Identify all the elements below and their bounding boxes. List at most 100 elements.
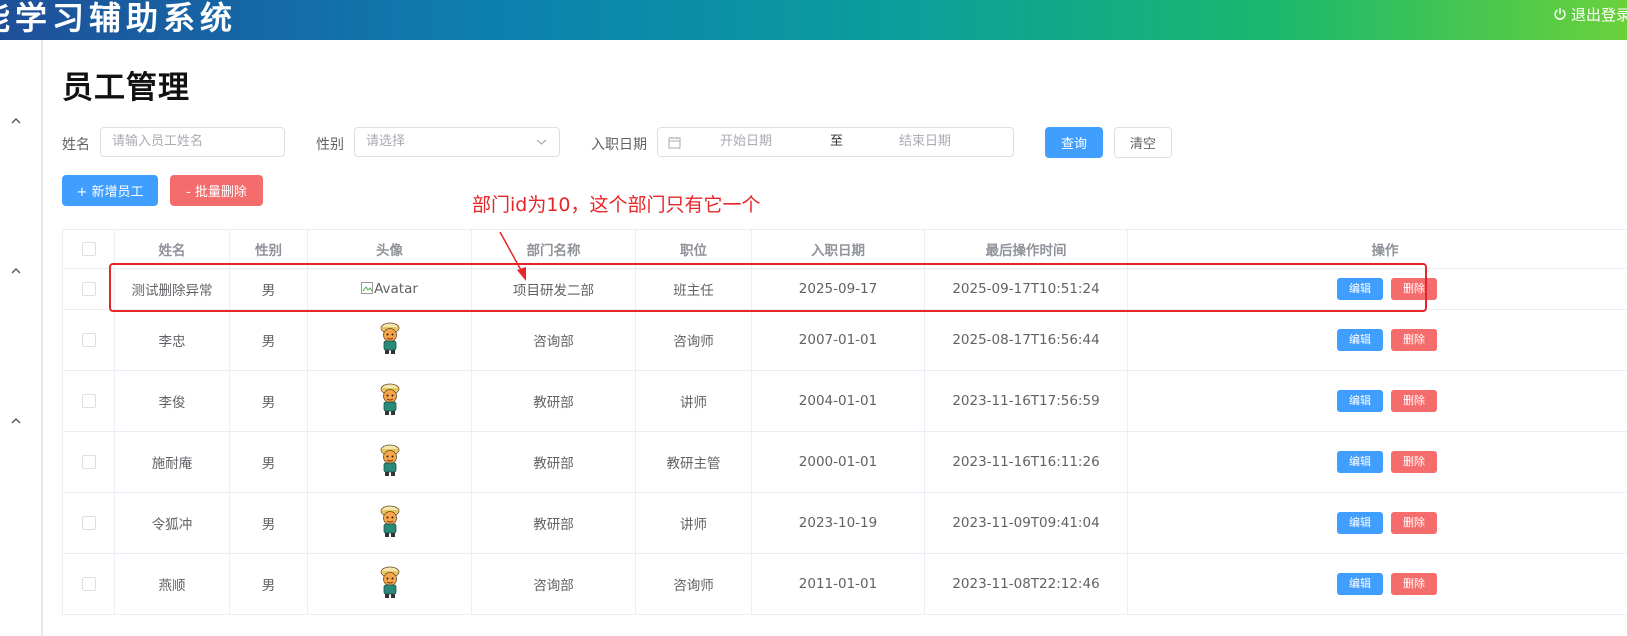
column-header: 部门名称 [471,229,636,269]
cell-update-time: 2025-09-17T10:51:24 [924,268,1128,310]
cell-job: 咨询师 [635,309,752,371]
cell-update-time: 2023-11-08T22:12:46 [924,553,1128,615]
cell-name: 燕顺 [114,553,230,615]
column-header: 入职日期 [751,229,925,269]
entry-date-range[interactable]: 开始日期 至 结束日期 [657,127,1014,157]
select-all-checkbox-cell[interactable] [62,229,115,269]
gender-select[interactable]: 请选择 [354,127,560,157]
query-button[interactable]: 查询 [1045,127,1103,158]
logout-label: 退出登录 [1570,5,1627,24]
cell-name: 施耐庵 [114,431,230,493]
gender-select-placeholder: 请选择 [366,134,406,149]
avatar-icon [380,383,399,415]
cell-gender: 男 [229,553,308,615]
cell-update-time: 2023-11-16T16:11:26 [924,431,1128,493]
end-date-input[interactable]: 结束日期 [899,128,951,156]
row-checkbox[interactable] [81,516,96,530]
cell-operations: 编辑 删除 [1127,431,1627,493]
delete-button[interactable]: 删除 [1391,278,1437,300]
cell-update-time: 2025-08-17T16:56:44 [924,309,1128,371]
row-checkbox[interactable] [81,394,96,408]
edit-button[interactable]: 编辑 [1337,329,1383,351]
cell-entry-date: 2007-01-01 [751,309,925,371]
cell-operations: 编辑 删除 [1127,370,1627,432]
name-label: 姓名 [62,137,90,153]
cell-entry-date: 2025-09-17 [751,268,925,310]
table-row: 李俊男教研部 讲师 2004-01-01 2023-11-16T17:56:59 编辑删… [62,370,1627,432]
cell-dept: 教研部 [471,431,636,493]
cell-operations: 编辑 删除 [1127,553,1627,615]
edit-button[interactable]: 编辑 [1337,573,1383,595]
cell-job: 咨询师 [635,553,752,615]
edit-button[interactable]: 编辑 [1337,390,1383,412]
edit-button[interactable]: 编辑 [1337,512,1383,534]
cell-avatar [307,431,472,493]
cell-avatar [307,370,472,432]
row-checkbox[interactable] [81,455,96,469]
batch-delete-button[interactable]: - 批量删除 [170,175,263,206]
cell-operations: 编辑 删除 [1127,492,1627,554]
app-title: 能学习辅助系统 [0,0,238,37]
add-employee-button[interactable]: + 新增员工 [62,175,158,206]
delete-button[interactable]: 删除 [1391,451,1437,473]
row-checkbox[interactable] [81,577,96,591]
table-header-row: 姓名 性别 头像 部门名称 职位 入职日期 最后操作时间 操作 [62,229,1627,269]
cell-gender: 男 [229,370,308,432]
column-header: 头像 [307,229,472,269]
cell-gender: 男 [229,309,308,371]
calendar-icon [668,137,681,149]
cell-entry-date: 2000-01-01 [751,431,925,493]
name-input-wrapper [100,127,285,157]
delete-button[interactable]: 删除 [1391,329,1437,351]
row-checkbox[interactable] [81,333,96,347]
broken-image-icon [361,282,374,294]
avatar-icon [380,566,399,598]
table-row: 施耐庵男 教研部 教研主管 2000-01-01 2023-11-16T16:11:26… [62,431,1627,493]
cell-dept: 咨询部 [471,553,636,615]
table-row: 李忠男咨询部 咨询师 2007-01-01 2025-08-17T16:56:44 编辑… [62,309,1627,371]
chevron-up-icon[interactable] [9,116,23,126]
avatar-icon [380,322,399,354]
cell-dept: 教研部 [471,370,636,432]
cell-name: 令狐冲 [114,492,230,554]
edit-button[interactable]: 编辑 [1337,451,1383,473]
cell-gender: 男 [229,492,308,554]
sidebar [0,40,43,636]
top-header: 能学习辅助系统 退出登录 [0,0,1627,40]
cell-entry-date: 2023-10-19 [751,492,925,554]
row-checkbox[interactable] [81,282,96,296]
table-row: 测试删除异常 男 Avatar 项目研发二部 班主任 2025-09-17 20… [62,268,1627,310]
cell-dept: 项目研发二部 [471,268,636,310]
select-all-checkbox[interactable] [81,242,96,256]
cell-job: 讲师 [635,492,752,554]
delete-button[interactable]: 删除 [1391,573,1437,595]
cell-job: 讲师 [635,370,752,432]
delete-button[interactable]: 删除 [1391,390,1437,412]
edit-button[interactable]: 编辑 [1337,278,1383,300]
cell-gender: 男 [229,268,308,310]
column-header: 操作 [1127,229,1627,269]
avatar-alt-text: Avatar [374,281,418,297]
employee-table: 姓名 性别 头像 部门名称 职位 入职日期 最后操作时间 操作 测试删除异常 男… [62,229,1627,615]
delete-button[interactable]: 删除 [1391,512,1437,534]
cell-job: 班主任 [635,268,752,310]
table-row: 燕顺男咨询部 咨询师 2011-01-01 2023-11-08T22:12:46 编辑… [62,553,1627,615]
chevron-up-icon[interactable] [9,416,23,426]
logout-button[interactable]: 退出登录 [1553,3,1627,25]
cell-entry-date: 2011-01-01 [751,553,925,615]
clear-button[interactable]: 清空 [1114,127,1172,158]
cell-update-time: 2023-11-09T09:41:04 [924,492,1128,554]
cell-entry-date: 2004-01-01 [751,370,925,432]
entry-date-label: 入职日期 [591,137,647,153]
start-date-input[interactable]: 开始日期 [720,128,772,156]
cell-job: 教研主管 [635,431,752,493]
column-header: 职位 [635,229,752,269]
cell-dept: 咨询部 [471,309,636,371]
chevron-up-icon[interactable] [9,266,23,276]
page-title: 员工管理 [62,70,190,106]
avatar-icon [380,505,399,537]
table-row: 令狐冲男教研部 讲师 2023-10-19 2023-11-09T09:41:04 编辑… [62,492,1627,554]
cell-avatar [307,492,472,554]
name-input[interactable] [112,134,284,149]
column-header: 姓名 [114,229,230,269]
